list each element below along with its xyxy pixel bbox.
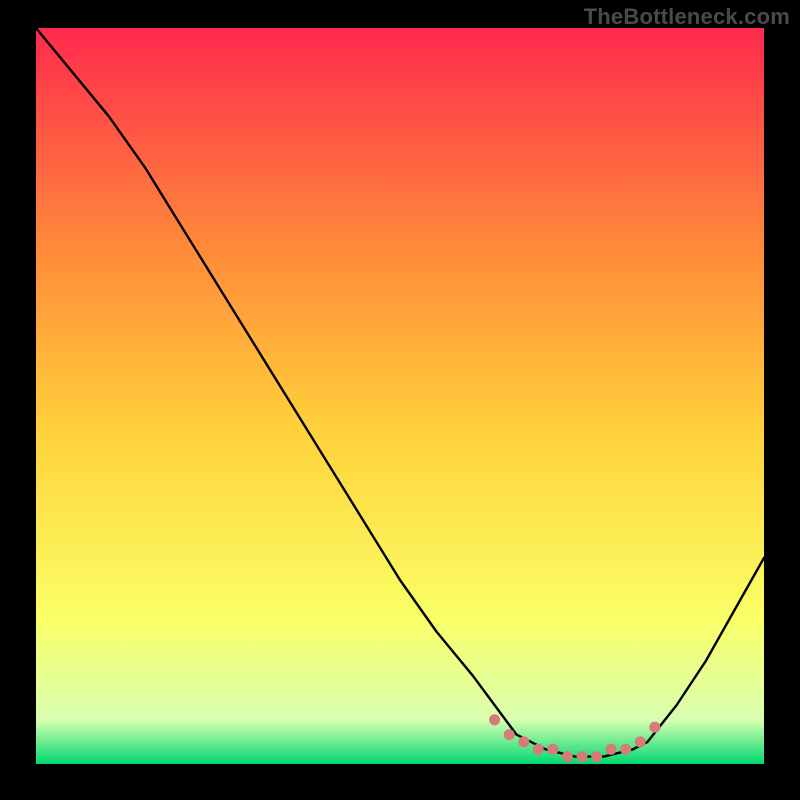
optimal-dot bbox=[504, 729, 515, 740]
optimal-dot bbox=[635, 736, 646, 747]
chart-frame: TheBottleneck.com bbox=[0, 0, 800, 800]
optimal-dot bbox=[533, 744, 544, 755]
optimal-dot bbox=[620, 744, 631, 755]
optimal-dot bbox=[591, 751, 602, 762]
bottleneck-chart bbox=[36, 28, 764, 764]
optimal-dot bbox=[649, 722, 660, 733]
optimal-dot bbox=[547, 744, 558, 755]
optimal-dot bbox=[562, 751, 573, 762]
optimal-dot bbox=[577, 751, 588, 762]
watermark-text: TheBottleneck.com bbox=[584, 4, 790, 30]
optimal-dot bbox=[606, 744, 617, 755]
optimal-dot bbox=[489, 714, 500, 725]
plot-area bbox=[36, 28, 764, 764]
gradient-background bbox=[36, 28, 764, 764]
optimal-dot bbox=[518, 736, 529, 747]
